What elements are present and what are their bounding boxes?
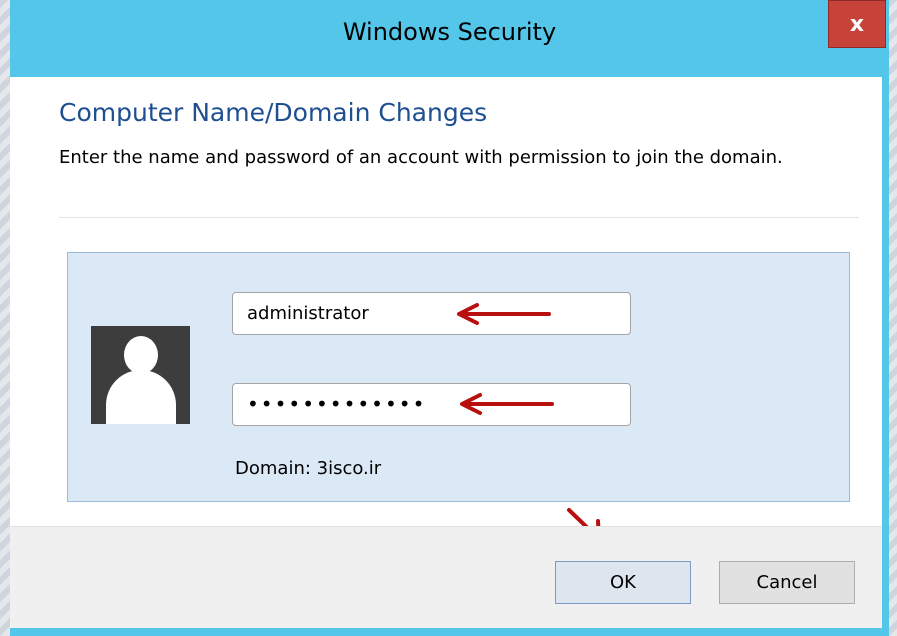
window-title: Windows Security: [342, 18, 557, 46]
dialog-content: Computer Name/Domain Changes Enter the n…: [10, 77, 882, 628]
avatar-body: [106, 370, 176, 424]
dialog-description: Enter the name and password of an accoun…: [59, 147, 783, 168]
desktop-background-left: [0, 0, 10, 636]
user-silhouette-icon: [91, 326, 190, 424]
red-arrow-icon: [460, 393, 554, 415]
windows-security-dialog: Windows Security x Computer Name/Domain …: [10, 0, 889, 636]
divider: [59, 217, 859, 218]
close-button[interactable]: x: [828, 0, 886, 48]
cancel-button[interactable]: Cancel: [719, 561, 855, 604]
credential-panel: administrator ••••••••••••• Domain: 3isc…: [67, 252, 850, 502]
ok-button[interactable]: OK: [555, 561, 691, 604]
password-value: •••••••••••••: [247, 392, 427, 416]
red-arrow-icon: [457, 303, 551, 325]
avatar-head: [124, 336, 158, 374]
title-bar[interactable]: Windows Security x: [10, 0, 889, 77]
domain-label: Domain: 3isco.ir: [235, 458, 382, 479]
dialog-heading: Computer Name/Domain Changes: [59, 98, 488, 127]
button-bar: OK Cancel: [10, 526, 882, 628]
password-field[interactable]: •••••••••••••: [232, 383, 631, 426]
username-field[interactable]: administrator: [232, 292, 631, 335]
desktop-background-right: [889, 0, 897, 636]
